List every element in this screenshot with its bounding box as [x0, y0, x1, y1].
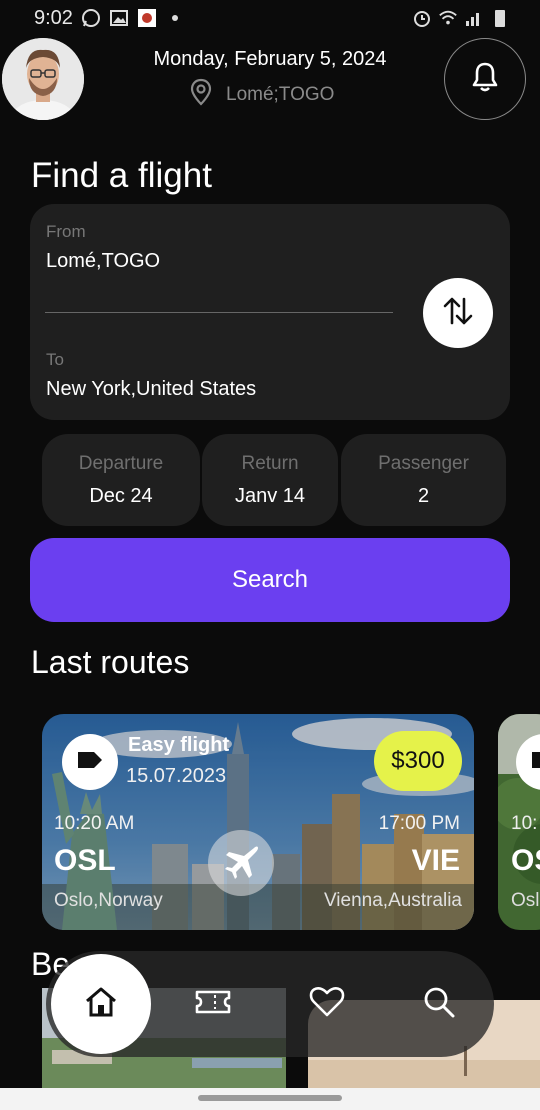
origin-code: OS: [511, 844, 540, 877]
route-card: From Lomé,TOGO To New York,United States: [30, 204, 510, 420]
nav-home[interactable]: [51, 954, 151, 1054]
wifi-icon: [438, 8, 458, 28]
origin-city: Oslo,Norway: [54, 890, 163, 911]
battery-icon: [490, 8, 510, 28]
return-value: Janv 14: [234, 485, 306, 507]
whatsapp-icon: [81, 8, 101, 28]
divider: [45, 312, 393, 313]
alarm-icon: [412, 8, 432, 28]
swap-button[interactable]: [423, 278, 493, 348]
passenger-label: Passenger: [378, 453, 469, 474]
search-icon: [422, 985, 456, 1024]
nav-tickets[interactable]: [184, 975, 242, 1033]
current-location: Lomé;TOGO: [190, 78, 334, 112]
departure-value: Dec 24: [89, 485, 153, 507]
origin-code: OSL: [54, 844, 116, 877]
dot-icon: [165, 8, 185, 28]
flight-card[interactable]: 10: OS Osl: [498, 714, 540, 930]
status-bar: 9:02: [0, 0, 540, 36]
home-icon: [83, 984, 119, 1025]
flight-card[interactable]: Easy flight 15.07.2023 $300 10:20 AM 17:…: [42, 714, 474, 930]
bottom-navigation: [46, 951, 494, 1057]
destination-code: VIE: [411, 844, 460, 877]
flight-name: Easy flight: [128, 734, 230, 756]
from-label: From: [46, 222, 86, 241]
airplane-icon: [221, 841, 261, 886]
ticket-icon: [195, 989, 231, 1020]
destination-city: Vienna,Australia: [323, 890, 462, 911]
arrival-time: 17:00 PM: [378, 813, 460, 834]
plane-badge: [208, 830, 274, 896]
heart-icon: [309, 986, 345, 1023]
notifications-button[interactable]: [444, 38, 526, 120]
swap-arrows-icon: [440, 293, 476, 334]
departure-time: 10:: [511, 813, 538, 834]
bell-icon: [471, 61, 499, 98]
departure-time: 10:20 AM: [54, 813, 135, 834]
location-text: Lomé;TOGO: [226, 84, 335, 105]
flight-date: 15.07.2023: [126, 765, 227, 787]
return-label: Return: [241, 453, 299, 474]
signal-icon: [464, 8, 484, 28]
system-gesture-bar: [0, 1088, 540, 1110]
header: Monday, February 5, 2024 Lomé;TOGO: [0, 36, 540, 122]
passenger-selector[interactable]: Passenger 2: [341, 434, 506, 526]
image-icon: [109, 8, 129, 28]
nav-search[interactable]: [410, 975, 468, 1033]
to-field[interactable]: New York,United States: [46, 378, 256, 401]
to-label: To: [46, 350, 64, 369]
nav-favorites[interactable]: [298, 975, 356, 1033]
tag-icon: [530, 750, 540, 775]
passenger-value: 2: [417, 485, 430, 507]
last-routes-title: Last routes: [31, 644, 190, 680]
location-pin-icon: [190, 78, 212, 112]
origin-city: Osl: [511, 890, 540, 911]
status-time: 9:02: [34, 6, 73, 29]
departure-label: Departure: [78, 453, 164, 474]
search-button[interactable]: Search: [30, 538, 510, 622]
from-field[interactable]: Lomé,TOGO: [46, 250, 160, 273]
page-title: Find a flight: [31, 156, 212, 195]
tag-button[interactable]: [62, 734, 118, 790]
price-badge: $300: [374, 731, 462, 791]
tag-icon: [76, 750, 104, 775]
return-selector[interactable]: Return Janv 14: [202, 434, 338, 526]
home-indicator[interactable]: [198, 1095, 342, 1101]
departure-selector[interactable]: Departure Dec 24: [42, 434, 200, 526]
app-notification-icon: [137, 8, 157, 28]
